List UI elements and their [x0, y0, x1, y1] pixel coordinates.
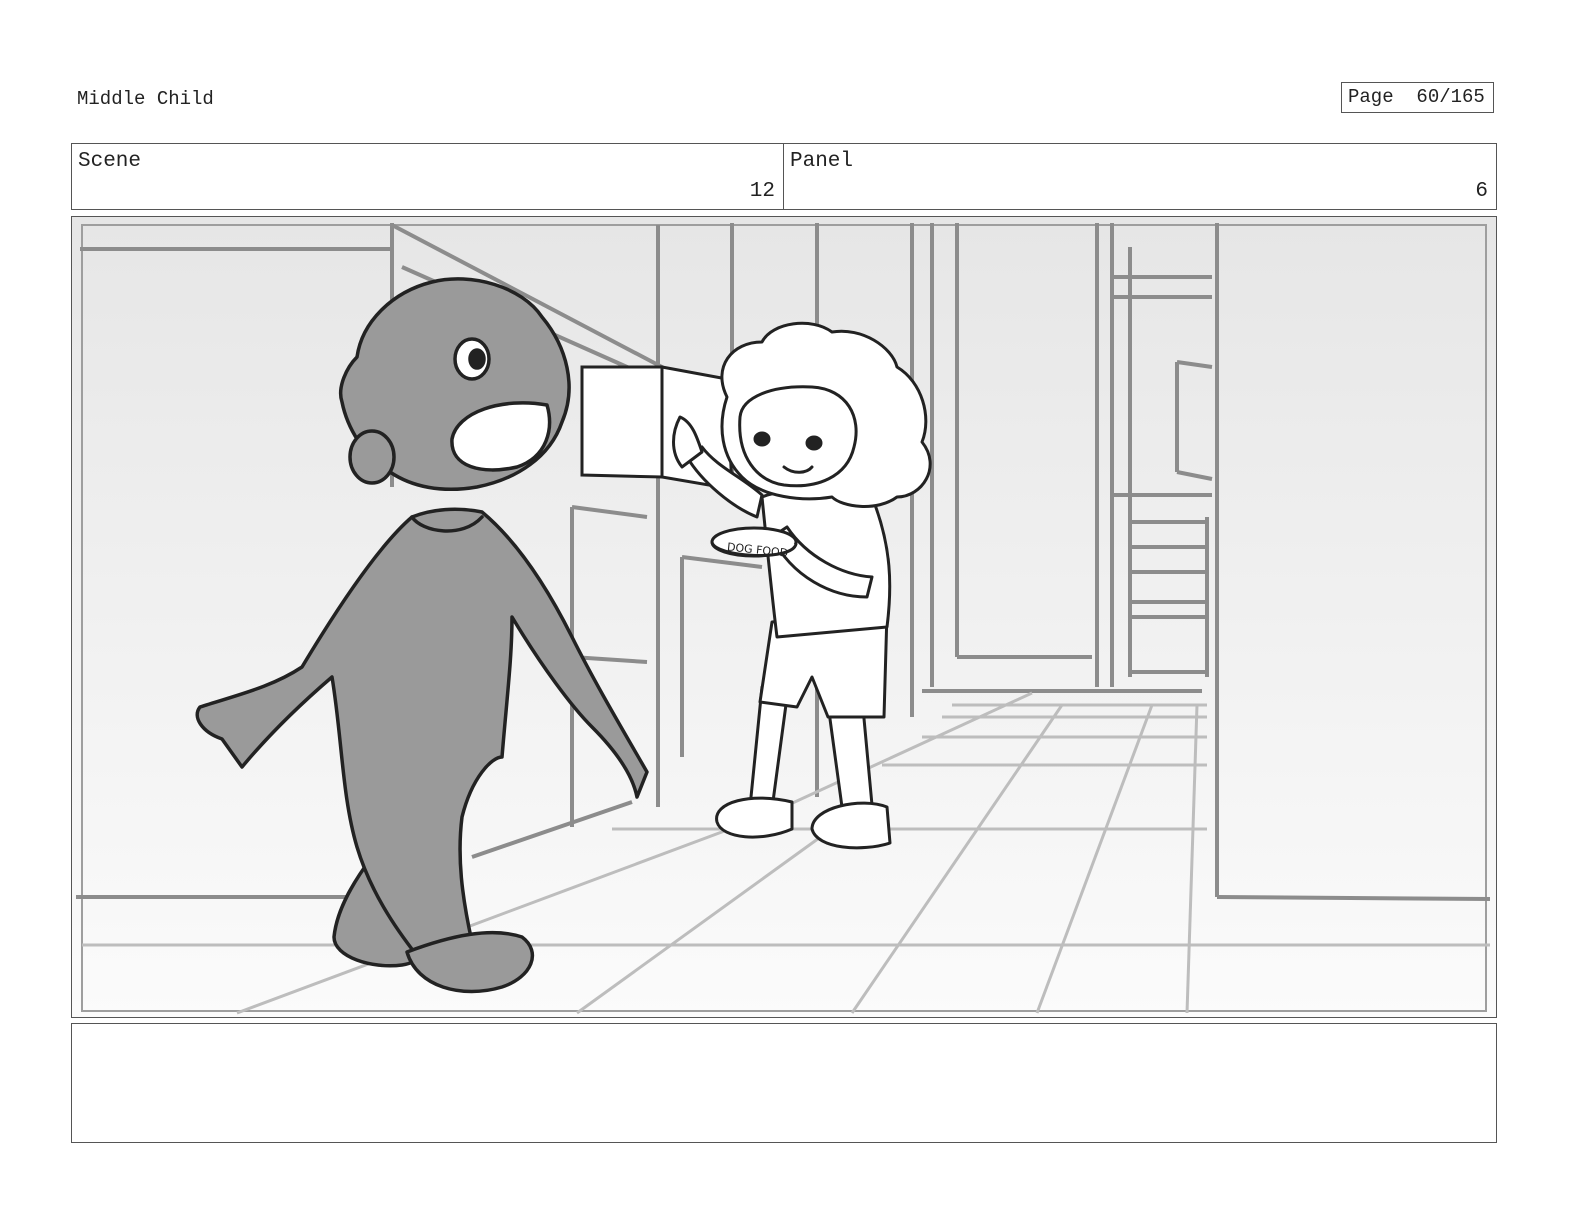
page-indicator: Page 60/165: [1341, 82, 1494, 113]
scene-number: 12: [749, 180, 775, 203]
page-label: Page: [1348, 86, 1394, 108]
storyboard-drawing: DOG FOOD: [72, 217, 1496, 1017]
storyboard-frame: DOG FOOD: [71, 216, 1497, 1018]
panel-label: Panel: [790, 150, 854, 173]
document-title: Middle Child: [77, 88, 214, 110]
page-number: 60/165: [1416, 86, 1485, 108]
scene-label: Scene: [78, 150, 142, 173]
panel-number: 6: [1475, 180, 1488, 203]
scene-panel-header: Scene 12 Panel 6: [71, 143, 1497, 210]
notes-box: [71, 1023, 1497, 1143]
scene-cell: Scene 12: [72, 144, 784, 209]
panel-cell: Panel 6: [784, 144, 1496, 209]
